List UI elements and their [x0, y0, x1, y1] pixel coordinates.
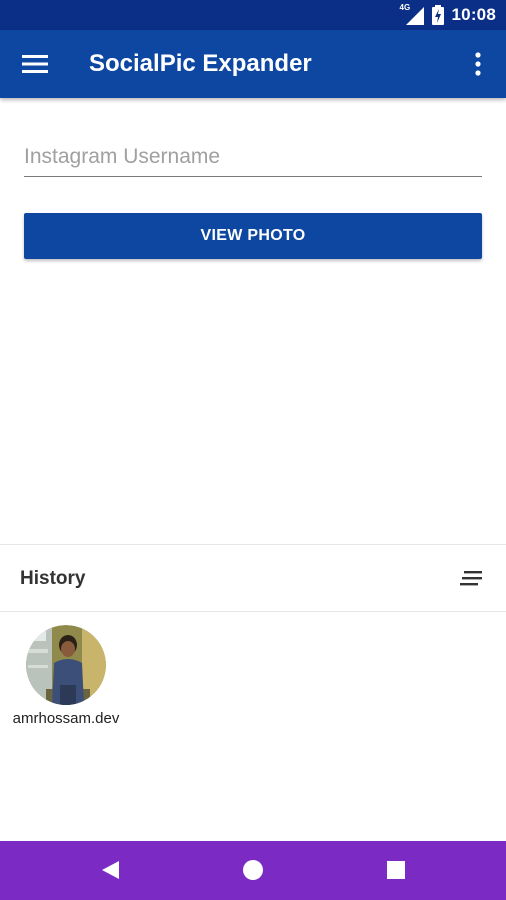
back-icon[interactable] [99, 859, 121, 881]
status-bar: 4G 10:08 [0, 0, 506, 30]
view-photo-button[interactable]: VIEW PHOTO [24, 213, 482, 259]
signal-icon: 4G [399, 3, 424, 25]
app-bar: SocialPic Expander [0, 30, 506, 98]
navigation-bar [0, 841, 506, 900]
network-type-label: 4G [399, 3, 411, 12]
history-item[interactable]: amrhossam.dev [10, 625, 122, 735]
home-icon[interactable] [242, 859, 264, 881]
history-header-divider [0, 611, 506, 612]
recents-icon[interactable] [385, 859, 407, 881]
history-username: amrhossam.dev [12, 710, 120, 727]
status-icons: 4G 10:08 [399, 0, 496, 30]
sort-icon[interactable] [460, 569, 484, 587]
avatar [26, 625, 106, 705]
more-vert-icon[interactable] [468, 50, 488, 78]
battery-charging-icon [431, 5, 444, 25]
username-input[interactable] [24, 138, 482, 177]
menu-icon[interactable] [22, 52, 48, 76]
history-title: History [20, 568, 86, 589]
history-top-divider [0, 544, 506, 545]
app-title: SocialPic Expander [89, 50, 312, 77]
clock: 10:08 [451, 5, 496, 24]
